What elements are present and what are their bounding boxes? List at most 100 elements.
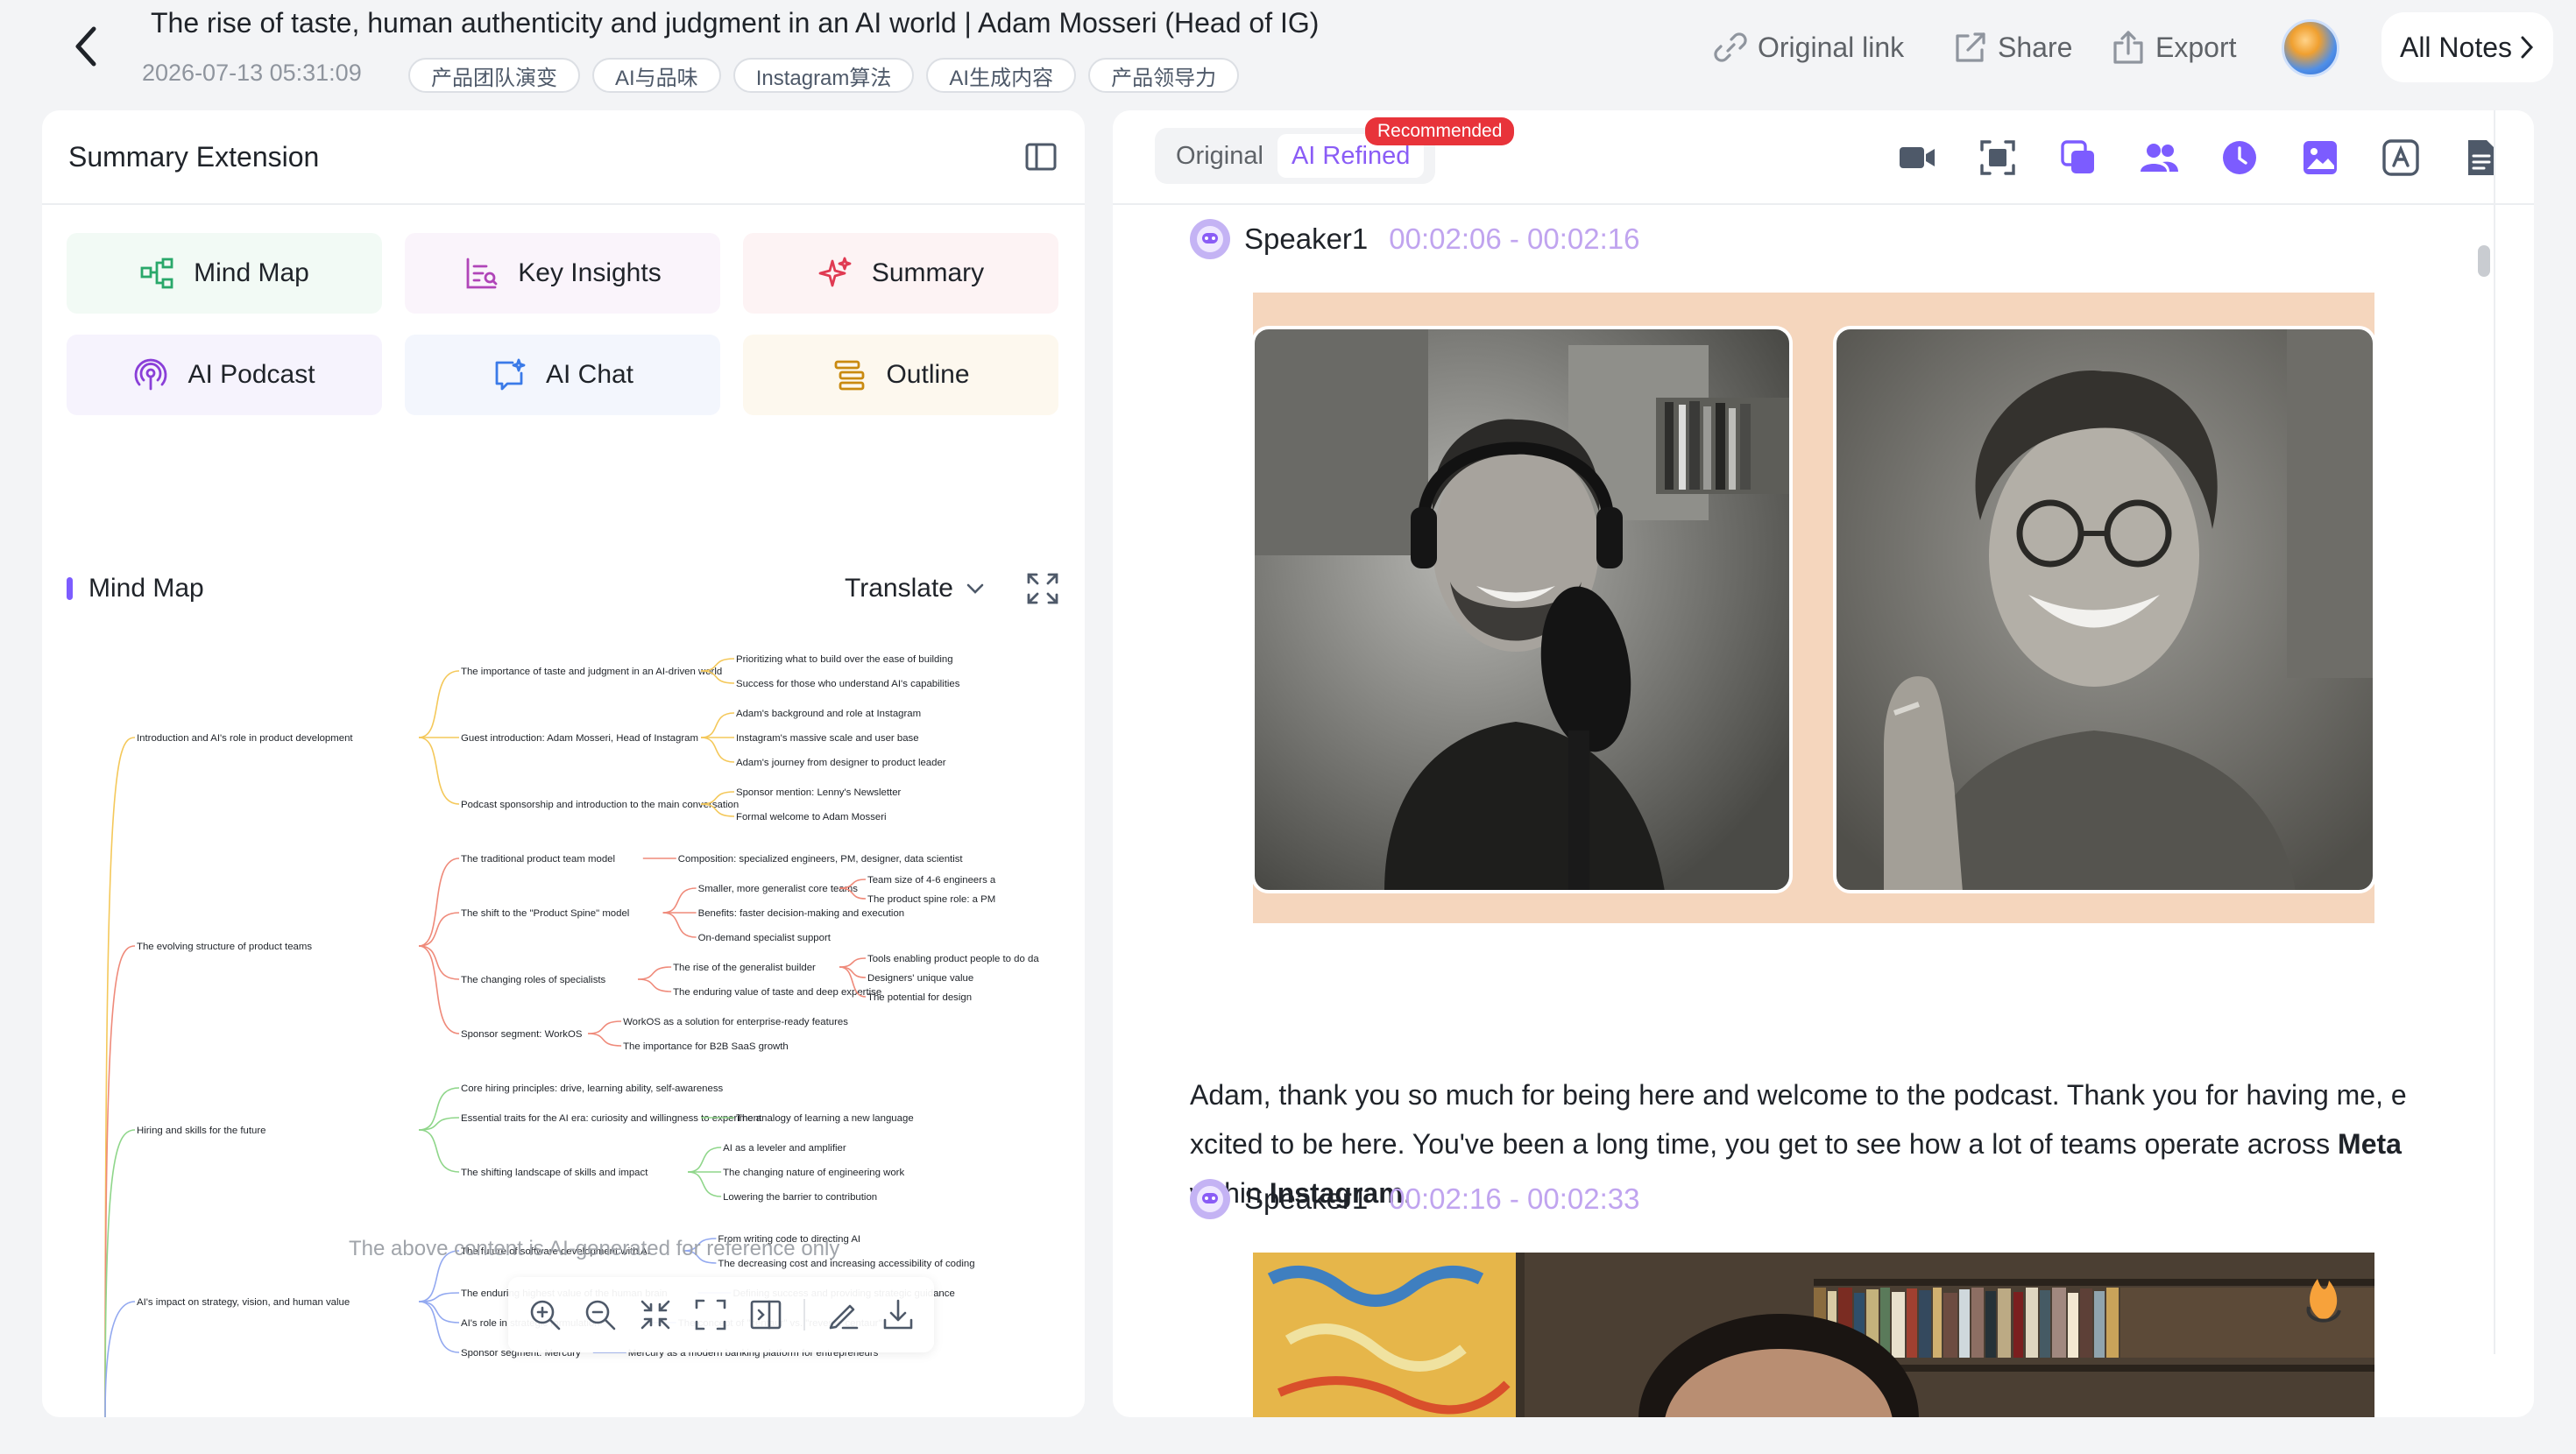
mind-map-topic-node[interactable]: The traditional product team model [461,854,615,865]
mind-map-leaf-node[interactable]: Team size of 4-6 engineers a [867,875,996,886]
clock-icon[interactable] [2219,137,2261,179]
mind-map-leaf-node[interactable]: Smaller, more generalist core teams [698,884,859,894]
mind-map-branch [638,978,672,992]
recommended-badge: Recommended [1365,117,1515,145]
all-notes-button[interactable]: All Notes [2381,12,2553,82]
mind-map-section-node[interactable]: Introduction and AI's role in product de… [137,733,353,744]
mind-map-section-node[interactable]: AI's impact on strategy, vision, and hum… [137,1297,350,1308]
transcript-text-run: xcited to be here. You've been a long ti… [1190,1128,2339,1160]
transcript-panel-header: Original AI Refined Recommended [1113,110,2534,205]
mind-map-section-node[interactable]: The evolving structure of product teams [137,942,312,952]
mind-map-topic-node[interactable]: The shifting landscape of skills and imp… [461,1168,648,1178]
mind-map-leaf-node[interactable]: Success for those who understand AI's ca… [736,679,960,689]
ai-chat-card-label: AI Chat [545,360,634,389]
summary-card[interactable]: Summary [743,233,1058,314]
zoom-out-icon[interactable] [583,1297,618,1332]
mind-map-topic-node[interactable]: The changing roles of specialists [461,975,606,985]
mind-map-branch [588,1033,622,1047]
fit-screen-icon[interactable] [693,1297,728,1332]
tag[interactable]: 产品领导力 [1088,58,1240,93]
mind-map-topic-node[interactable]: Core hiring principles: drive, learning … [461,1083,724,1094]
page-title: The rise of taste, human authenticity an… [151,7,1320,39]
mind-map-leaf-node[interactable]: Benefits: faster decision-making and exe… [698,908,905,919]
ai-brain-icon[interactable] [2380,137,2422,179]
mind-map-topic-node[interactable]: The importance of taste and judgment in … [461,667,722,677]
mind-map-topic-node[interactable]: Guest introduction: Adam Mosseri, Head o… [461,733,698,744]
scrollbar-thumb[interactable] [2478,245,2490,277]
keyword-highlight[interactable]: Meta [2338,1128,2402,1160]
mind-map-leaf-node[interactable]: The rise of the generalist builder [673,963,816,973]
mind-map-topic-node[interactable]: The shift to the "Product Spine" model [461,908,629,919]
all-notes-label: All Notes [2399,31,2513,63]
mind-map-leaf-node[interactable]: AI as a leveler and amplifier [723,1143,846,1154]
tab-original[interactable]: Original [1162,134,1277,178]
summary-panel-header: Summary Extension [42,110,1085,205]
mind-map-section-node[interactable]: Hiring and skills for the future [137,1126,266,1136]
export-button[interactable]: Export [2108,23,2236,72]
mind-map-leaf-node[interactable]: Adam's journey from designer to product … [736,758,946,768]
robot-avatar-icon [1197,226,1223,252]
copy-icon[interactable] [2057,137,2099,179]
mind-map-leaf-node[interactable]: Sponsor mention: Lenny's Newsletter [736,787,902,798]
mind-map-leaf-node[interactable]: On-demand specialist support [698,933,832,943]
video-icon[interactable] [1896,137,1938,179]
mind-map-card[interactable]: Mind Map [67,233,382,314]
outline-card[interactable]: Outline [743,335,1058,415]
edit-icon[interactable] [825,1297,860,1332]
transcript-panel: Original AI Refined Recommended Speaker1… [1113,110,2534,1417]
user-avatar[interactable] [2282,19,2339,77]
mind-map-leaf-node[interactable]: The potential for design [867,992,972,1003]
speaker-avatar [1190,219,1230,259]
original-link-label: Original link [1758,31,1905,63]
mind-map-leaf-node[interactable]: Composition: specialized engineers, PM, … [678,854,964,865]
segment-timestamp[interactable]: 00:02:06 - 00:02:16 [1389,222,1639,256]
download-icon[interactable] [881,1297,916,1332]
mind-map-leaf-node[interactable]: Tools enabling product people to do da [867,954,1039,964]
mind-map-leaf-node[interactable]: Designers' unique value [867,973,973,984]
sidebar-toggle-icon[interactable] [1023,139,1058,174]
mind-map-toolbar [508,1277,934,1352]
tag[interactable]: AI与品味 [592,58,721,93]
collapse-icon[interactable] [638,1297,673,1332]
share-button[interactable]: Share [1950,23,2072,72]
mind-map-topic-node[interactable]: Podcast sponsorship and introduction to … [461,800,739,810]
speakers-icon[interactable] [2138,137,2180,179]
transcript-scroll-area[interactable]: Speaker1 00:02:06 - 00:02:16 Adam, thank… [1113,207,2534,1417]
mind-map-leaf-node[interactable]: The changing nature of engineering work [723,1168,904,1178]
mind-map-leaf-node[interactable]: Lowering the barrier to contribution [723,1192,877,1203]
key-insights-icon [466,258,498,289]
mind-map-topic-node[interactable]: Essential traits for the AI era: curiosi… [461,1113,762,1124]
export-label: Export [2155,31,2237,63]
sparkle-icon [818,257,852,287]
mind-map-leaf-node[interactable]: Instagram's massive scale and user base [736,733,919,744]
toolbar-divider [803,1299,805,1330]
tag[interactable]: AI生成内容 [926,58,1077,93]
original-link-button[interactable]: Original link [1710,23,1904,72]
mind-map-leaf-node[interactable]: The product spine role: a PM [867,894,995,905]
image-icon[interactable] [2299,137,2341,179]
key-insights-card[interactable]: Key Insights [405,233,720,314]
mind-map-leaf-node[interactable]: The analogy of learning a new language [736,1113,914,1124]
mind-map-leaf-node[interactable]: Formal welcome to Adam Mosseri [736,812,887,822]
segment-timestamp[interactable]: 00:02:16 - 00:02:33 [1389,1182,1639,1216]
tag[interactable]: 产品团队演变 [408,58,580,93]
document-icon[interactable] [2460,137,2502,179]
ai-podcast-card[interactable]: AI Podcast [67,335,382,415]
translate-dropdown[interactable]: Translate [845,574,985,603]
mind-map-branch [418,858,460,947]
zoom-in-icon[interactable] [527,1297,563,1332]
panel-icon[interactable] [748,1297,783,1332]
mind-map-leaf-node[interactable]: Prioritizing what to build over the ease… [736,654,953,665]
mind-map-leaf-node[interactable]: The enduring value of taste and deep exp… [673,987,881,998]
mind-map-topic-node[interactable]: Sponsor segment: WorkOS [461,1029,583,1040]
tag[interactable]: Instagram算法 [732,58,915,93]
mind-map-branch [418,945,460,980]
mind-map-leaf-node[interactable]: The importance for B2B SaaS growth [623,1041,789,1052]
mind-map-leaf-node[interactable]: WorkOS as a solution for enterprise-read… [623,1017,848,1027]
fullscreen-icon[interactable] [1025,571,1060,606]
transcript-toolbar [1896,137,2502,179]
back-button[interactable] [63,18,109,75]
screenshot-icon[interactable] [1977,137,2019,179]
mind-map-leaf-node[interactable]: Adam's background and role at Instagram [736,709,921,719]
ai-chat-card[interactable]: AI Chat [405,335,720,415]
